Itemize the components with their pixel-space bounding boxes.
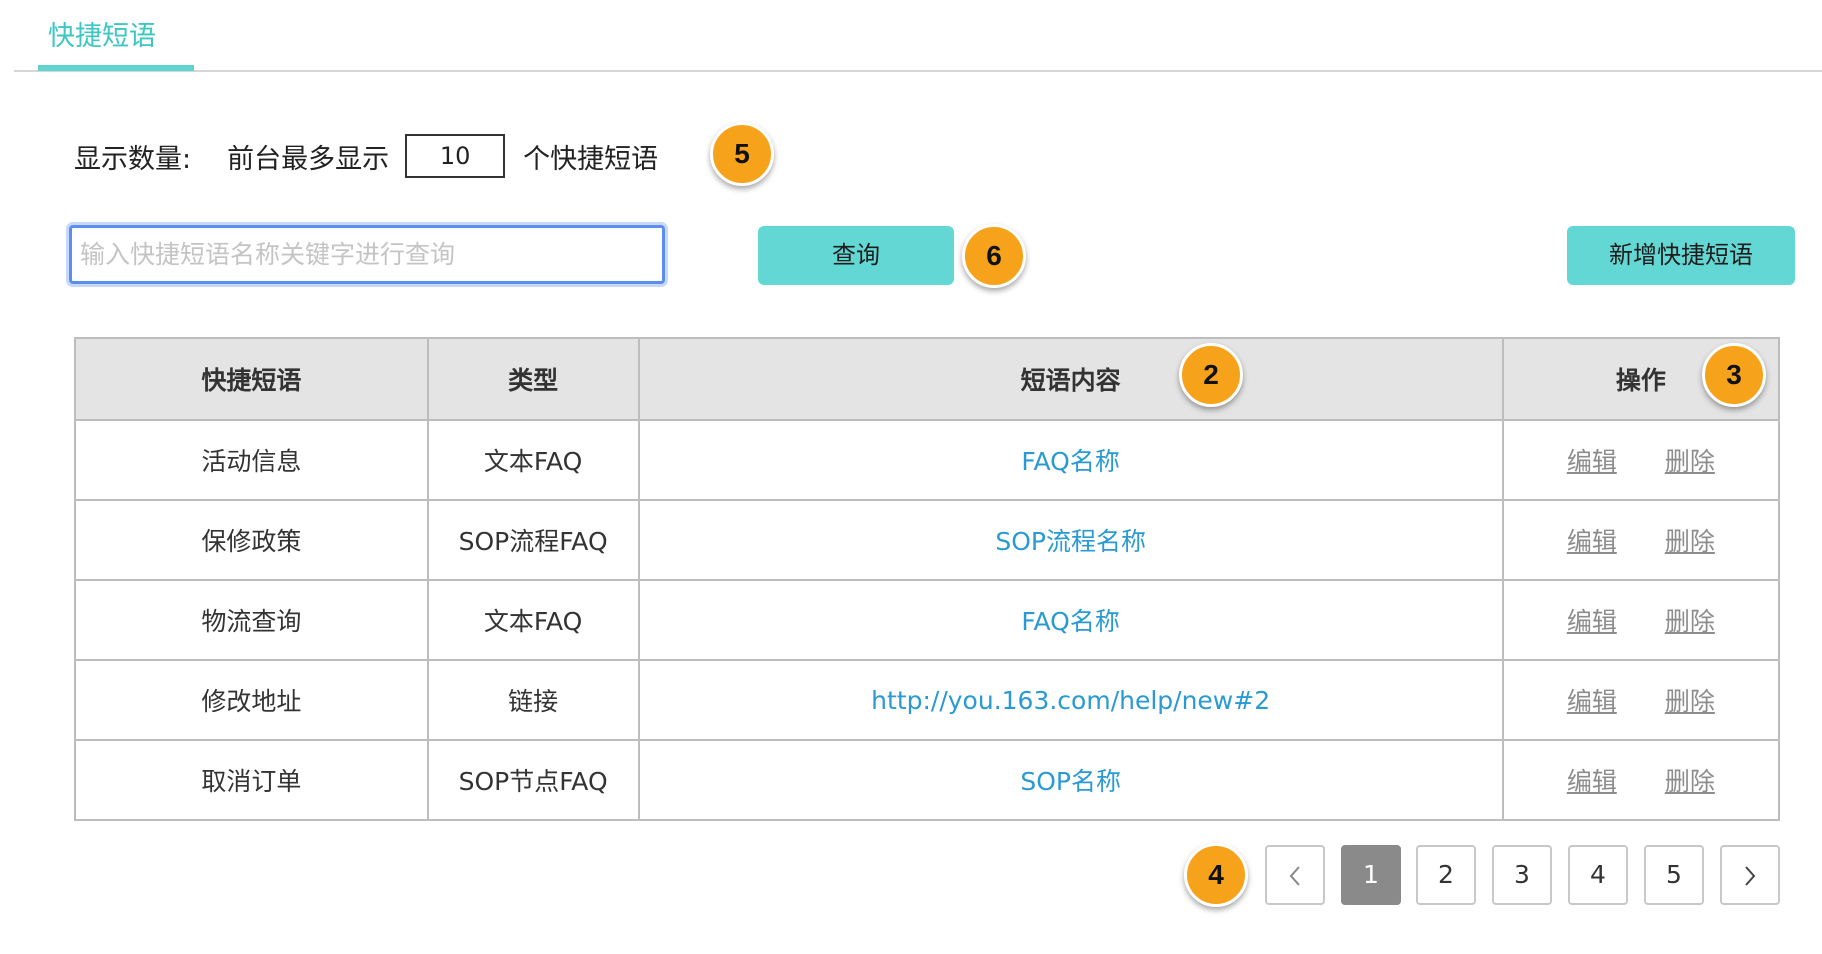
pagination-page-3[interactable]: 3 [1492, 845, 1552, 905]
delete-link[interactable]: 删除 [1665, 442, 1715, 478]
display-limit-prefix: 前台最多显示 [227, 143, 390, 175]
pagination-page-5[interactable]: 5 [1644, 845, 1704, 905]
pagination-page-4[interactable]: 4 [1568, 845, 1628, 905]
delete-link[interactable]: 删除 [1665, 602, 1715, 638]
actions-cell: 编辑 删除 [1501, 579, 1781, 661]
annotation-badge: 6 [962, 224, 1026, 288]
actions-cell: 编辑 删除 [1501, 499, 1781, 581]
delete-link[interactable]: 删除 [1665, 682, 1715, 718]
table-row: 修改地址 链接 http://you.163.com/help/new#2 编辑… [74, 659, 1781, 741]
actions-cell: 编辑 删除 [1501, 659, 1781, 741]
annotation-badge: 4 [1184, 843, 1248, 907]
phrase-cell: 修改地址 [74, 659, 429, 741]
pagination-next-button[interactable] [1720, 845, 1780, 905]
content-link[interactable]: FAQ名称 [1021, 447, 1119, 476]
edit-link[interactable]: 编辑 [1567, 602, 1617, 638]
table-row: 保修政策 SOP流程FAQ SOP流程名称 编辑 删除 [74, 499, 1781, 581]
active-tab-indicator [38, 65, 194, 71]
edit-link[interactable]: 编辑 [1567, 442, 1617, 478]
delete-link[interactable]: 删除 [1665, 762, 1715, 798]
content-cell: FAQ名称 [637, 579, 1504, 661]
content-cell: SOP名称 [637, 739, 1504, 821]
content-link[interactable]: FAQ名称 [1021, 607, 1119, 636]
actions-cell: 编辑 删除 [1501, 419, 1781, 501]
display-limit-label: 显示数量: [74, 143, 192, 175]
add-quick-phrase-button[interactable]: 新增快捷短语 [1567, 226, 1795, 285]
column-header-type: 类型 [426, 337, 640, 421]
content-cell: FAQ名称 [637, 419, 1504, 501]
annotation-badge: 5 [710, 122, 774, 186]
display-limit-row: 显示数量: 前台最多显示 个快捷短语 [74, 128, 658, 184]
column-header-content: 短语内容 [637, 337, 1504, 421]
pagination-page-2[interactable]: 2 [1416, 845, 1476, 905]
phrase-cell: 取消订单 [74, 739, 429, 821]
annotation-badge: 3 [1702, 343, 1766, 407]
delete-link[interactable]: 删除 [1665, 522, 1715, 558]
type-cell: SOP流程FAQ [426, 499, 640, 581]
pagination-prev-button[interactable] [1265, 845, 1325, 905]
content-cell: http://you.163.com/help/new#2 [637, 659, 1504, 741]
type-cell: 文本FAQ [426, 579, 640, 661]
annotation-badge: 2 [1179, 343, 1243, 407]
type-cell: 链接 [426, 659, 640, 741]
pagination-page-1[interactable]: 1 [1341, 845, 1401, 905]
tab-quick-phrases[interactable]: 快捷短语 [24, 0, 180, 70]
content-link[interactable]: SOP名称 [1020, 767, 1121, 796]
phrase-cell: 保修政策 [74, 499, 429, 581]
display-limit-input[interactable] [405, 134, 506, 178]
quick-phrase-table: 快捷短语 类型 短语内容 操作 活动信息 文本FAQ FAQ名称 编辑 删除 保修… [74, 337, 1781, 821]
phrase-cell: 活动信息 [74, 419, 429, 501]
edit-link[interactable]: 编辑 [1567, 682, 1617, 718]
query-button[interactable]: 查询 [758, 226, 954, 285]
tab-bar [14, 0, 1822, 72]
table-row: 活动信息 文本FAQ FAQ名称 编辑 删除 [74, 419, 1781, 501]
table-header-row: 快捷短语 类型 短语内容 操作 [74, 337, 1781, 421]
table-row: 取消订单 SOP节点FAQ SOP名称 编辑 删除 [74, 739, 1781, 821]
content-cell: SOP流程名称 [637, 499, 1504, 581]
column-header-phrase: 快捷短语 [74, 337, 429, 421]
table-row: 物流查询 文本FAQ FAQ名称 编辑 删除 [74, 579, 1781, 661]
type-cell: 文本FAQ [426, 419, 640, 501]
display-limit-suffix: 个快捷短语 [523, 143, 659, 175]
actions-cell: 编辑 删除 [1501, 739, 1781, 821]
edit-link[interactable]: 编辑 [1567, 522, 1617, 558]
type-cell: SOP节点FAQ [426, 739, 640, 821]
edit-link[interactable]: 编辑 [1567, 762, 1617, 798]
chevron-right-icon [1745, 866, 1756, 886]
content-link[interactable]: SOP流程名称 [995, 527, 1146, 556]
phrase-cell: 物流查询 [74, 579, 429, 661]
chevron-left-icon [1289, 866, 1300, 886]
search-input[interactable] [69, 225, 665, 284]
content-link[interactable]: http://you.163.com/help/new#2 [871, 686, 1270, 715]
